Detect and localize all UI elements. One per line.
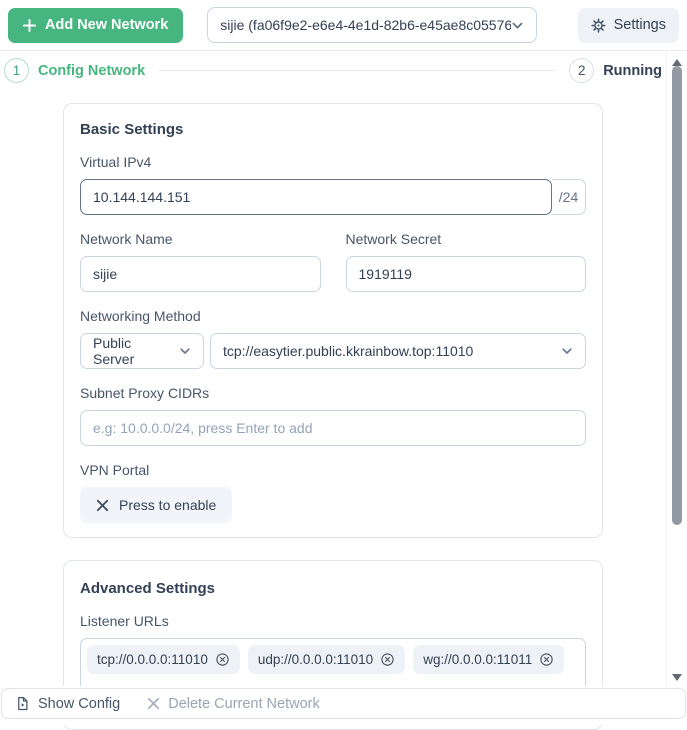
basic-settings-card: Basic Settings Virtual IPv4 /24 Network …: [63, 103, 603, 538]
show-config-button[interactable]: Show Config: [15, 696, 120, 712]
chevron-down-icon: [179, 345, 191, 357]
footer-area: Show Config Delete Current Network: [0, 686, 687, 725]
ipv4-prefix-length-addon: /24: [552, 179, 586, 215]
networking-method-label: Networking Method: [80, 308, 201, 324]
wizard-steps: 1 Config Network 2 Running: [0, 51, 666, 90]
listener-url-chip-label: wg://0.0.0.0:11011: [423, 652, 533, 667]
settings-button[interactable]: Settings: [577, 7, 679, 43]
step-config-network[interactable]: 1 Config Network: [4, 58, 145, 83]
network-secret-input[interactable]: [345, 256, 586, 292]
top-toolbar: Add New Network sijie (fa06f9e2-e6e4-4e1…: [0, 0, 687, 51]
vpn-portal-button-label: Press to enable: [119, 497, 217, 513]
delete-current-network-label: Delete Current Network: [168, 695, 320, 712]
step-number: 1: [4, 58, 29, 83]
network-name-field: Network Name: [80, 215, 321, 292]
network-name-label: Network Name: [80, 231, 173, 247]
network-secret-field: Network Secret: [345, 215, 586, 292]
collapse-section-button[interactable]: [582, 584, 586, 592]
basic-settings-title: Basic Settings: [80, 121, 184, 138]
file-play-icon: [15, 696, 30, 711]
scrollbar-thumb[interactable]: [672, 66, 682, 525]
network-name-input[interactable]: [80, 256, 321, 292]
advanced-settings-title: Advanced Settings: [80, 580, 216, 597]
step-label: Running: [603, 62, 662, 79]
chevron-down-icon: [561, 345, 573, 357]
delete-current-network-button[interactable]: Delete Current Network: [147, 696, 320, 712]
vpn-portal-enable-button[interactable]: Press to enable: [80, 487, 233, 523]
network-select[interactable]: sijie (fa06f9e2-e6e4-4e1d-82b6-e45ae8c05…: [207, 7, 538, 43]
networking-method-select[interactable]: Public Server: [80, 333, 204, 369]
listener-url-chip: tcp://0.0.0.0:11010: [87, 645, 240, 674]
step-running[interactable]: 2 Running: [569, 58, 662, 83]
scroll-up-arrow-icon[interactable]: [672, 59, 682, 66]
subnet-proxy-input[interactable]: [80, 410, 586, 446]
add-new-network-button[interactable]: Add New Network: [8, 7, 184, 43]
remove-chip-icon[interactable]: [380, 652, 395, 667]
chevron-down-icon: [511, 19, 524, 32]
public-server-url-value: tcp://easytier.public.kkrainbow.top:1101…: [223, 343, 474, 359]
listener-url-chip: udp://0.0.0.0:11010: [247, 645, 406, 674]
listener-urls-label: Listener URLs: [80, 613, 169, 629]
step-label: Config Network: [38, 62, 146, 79]
gear-icon: [591, 17, 606, 33]
networking-method-row: Public Server tcp://easytier.public.kkra…: [80, 333, 586, 369]
remove-chip-icon[interactable]: [215, 652, 230, 667]
plus-icon: [23, 18, 36, 32]
public-server-url-select[interactable]: tcp://easytier.public.kkrainbow.top:1101…: [210, 333, 586, 369]
listener-url-chip-label: tcp://0.0.0.0:11010: [97, 652, 208, 667]
subnet-proxy-label: Subnet Proxy CIDRs: [80, 385, 210, 401]
virtual-ipv4-input[interactable]: [80, 179, 552, 215]
networking-method-value: Public Server: [93, 335, 135, 367]
network-select-value: sijie (fa06f9e2-e6e4-4e1d-82b6-e45ae8c05…: [220, 17, 512, 33]
listener-url-chip: wg://0.0.0.0:11011: [413, 645, 565, 674]
x-icon: [96, 499, 109, 512]
footer-toolbar: Show Config Delete Current Network: [1, 688, 686, 719]
virtual-ipv4-group: /24: [80, 179, 586, 215]
step-connector-line: [159, 70, 556, 71]
add-new-network-label: Add New Network: [45, 17, 169, 33]
virtual-ipv4-label: Virtual IPv4: [80, 154, 152, 170]
x-icon: [147, 697, 160, 710]
vpn-portal-label: VPN Portal: [80, 462, 150, 478]
vertical-scrollbar[interactable]: [666, 52, 687, 686]
settings-label: Settings: [613, 17, 666, 33]
listener-urls-chip-list: tcp://0.0.0.0:11010 udp://0.0.0.0:11010 …: [87, 645, 579, 674]
step-number: 2: [569, 58, 595, 83]
listener-url-chip-label: udp://0.0.0.0:11010: [257, 652, 374, 667]
scroll-down-arrow-icon[interactable]: [672, 674, 682, 681]
main-content: Basic Settings Virtual IPv4 /24 Network …: [0, 90, 666, 730]
show-config-label: Show Config: [38, 695, 121, 712]
network-secret-label: Network Secret: [345, 231, 442, 247]
remove-chip-icon[interactable]: [539, 652, 554, 667]
